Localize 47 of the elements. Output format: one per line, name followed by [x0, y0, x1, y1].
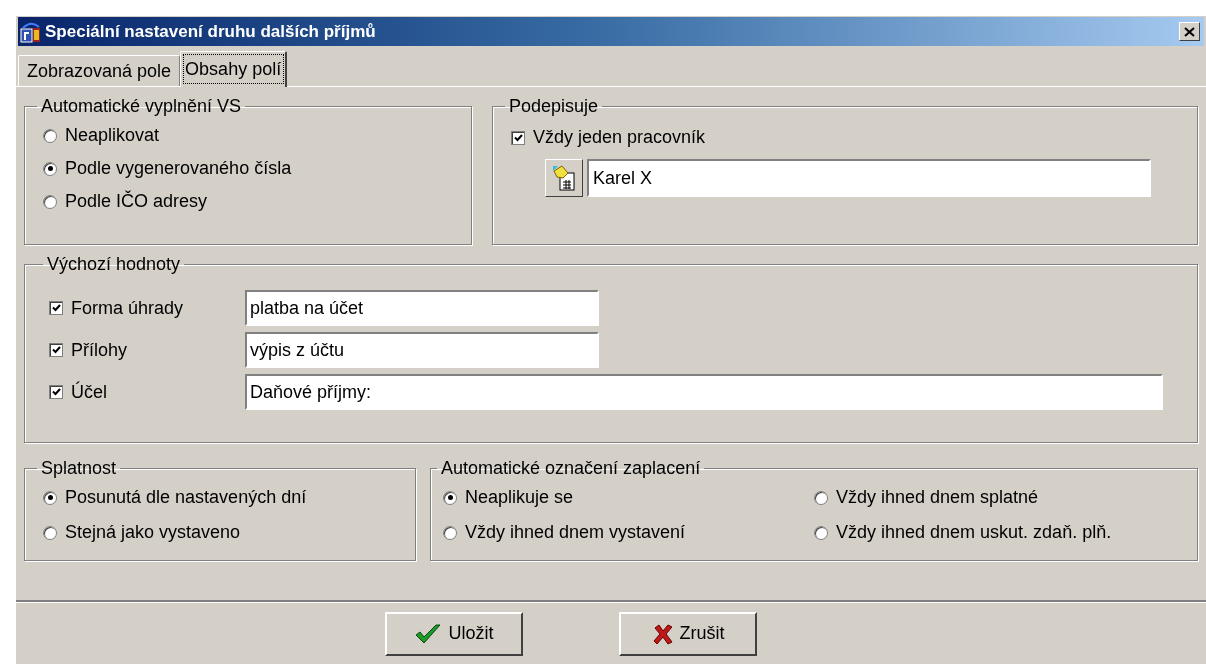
group-title: Podepisuje	[508, 95, 600, 118]
group-title: Automatické vyplnění VS	[40, 95, 243, 118]
tab[interactable]: Zobrazovaná pole	[18, 55, 181, 86]
radio-button[interactable]	[43, 194, 57, 209]
cancel-button[interactable]: Zrušit	[619, 611, 757, 656]
checkbox[interactable]	[511, 130, 525, 145]
checkbox-label: Účel	[71, 380, 108, 404]
radio-button[interactable]	[443, 525, 457, 540]
checkmark-icon	[414, 622, 443, 645]
text-field[interactable]: platba na účet	[245, 290, 599, 326]
group-title: Splatnost	[40, 457, 118, 480]
save-button[interactable]: Uložit	[385, 611, 523, 656]
radio-label: Stejná jako vystaveno	[65, 521, 241, 544]
close-icon	[1184, 26, 1195, 37]
close-button[interactable]	[1179, 22, 1200, 41]
radio-label: Podle vygenerovaného čísla	[65, 157, 292, 180]
radio-label: Vždy ihned dnem vystavení	[465, 521, 686, 544]
checkbox-label: Vždy jeden pracovník	[533, 126, 706, 149]
radio-button[interactable]	[43, 525, 57, 540]
group-title: Automatické označení zaplacení	[440, 457, 702, 480]
radio-label: Vždy ihned dnem splatné	[836, 486, 1039, 509]
radio-label: Podle IČO adresy	[65, 189, 208, 213]
cross-icon	[651, 622, 674, 645]
signer-field[interactable]: Karel X	[587, 159, 1151, 197]
radio-button[interactable]	[814, 525, 828, 540]
radio-label: Posunutá dle nastavených dní	[65, 486, 307, 509]
group-title: Výchozí hodnoty	[46, 253, 182, 276]
radio-label: Neaplikovat	[65, 124, 160, 147]
checkbox-label: Forma úhrady	[71, 296, 185, 320]
window-title: Speciální nastavení druhu dalších příjmů	[45, 20, 376, 43]
radio-button[interactable]	[43, 161, 57, 176]
tab[interactable]: Obsahy polí	[180, 51, 288, 87]
hand-document-icon	[552, 165, 576, 191]
text-field[interactable]: výpis z účtu	[245, 332, 599, 368]
checkbox[interactable]	[49, 301, 63, 315]
text-field[interactable]: Daňové příjmy:	[245, 374, 1163, 410]
radio-label: Neaplikuje se	[465, 486, 574, 509]
radio-button[interactable]	[43, 128, 57, 143]
app-icon	[20, 20, 42, 43]
radio-button[interactable]	[443, 490, 457, 505]
checkbox[interactable]	[49, 385, 63, 399]
checkbox-label: Přílohy	[71, 338, 129, 362]
checkbox[interactable]	[49, 343, 63, 357]
radio-label: Vždy ihned dnem uskut. zdaň. plň.	[836, 521, 1112, 544]
radio-button[interactable]	[814, 490, 828, 505]
radio-button[interactable]	[43, 490, 57, 505]
pick-button[interactable]	[545, 159, 583, 197]
